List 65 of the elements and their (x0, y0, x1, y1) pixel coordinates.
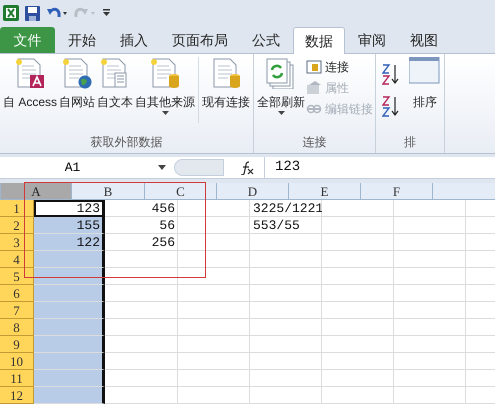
ribbon-tab[interactable]: 开始 (57, 27, 107, 53)
ribbon-button[interactable]: 自文本 (96, 57, 134, 111)
table-cell[interactable]: 155 (34, 217, 105, 234)
spreadsheet-logo-icon[interactable] (3, 5, 19, 21)
column-header[interactable]: E (289, 183, 361, 200)
group-label: 排 (403, 134, 418, 151)
splitter-handle[interactable] (174, 159, 224, 176)
row-header[interactable]: 9 (0, 336, 34, 353)
column-header[interactable]: B (72, 183, 145, 200)
ribbon-small-button: 属性 (306, 79, 374, 97)
customize-caret-icon[interactable] (102, 8, 111, 18)
row-header[interactable]: 5 (0, 268, 34, 285)
ribbon-tab[interactable]: 视图 (399, 27, 449, 53)
ribbon-tab[interactable]: 数据 (293, 27, 345, 54)
row-header[interactable]: 12 (0, 387, 34, 404)
table-cell[interactable]: 3225/1221 (250, 200, 322, 217)
file-tab[interactable]: 文件 (0, 27, 55, 53)
sort-ascending-icon[interactable] (382, 63, 400, 85)
column-header[interactable]: C (145, 183, 217, 200)
ribbon-small-button[interactable]: 连接 (306, 58, 374, 76)
row-header[interactable]: 8 (0, 319, 34, 336)
sort-descending-icon[interactable] (382, 95, 400, 117)
ribbon-button[interactable]: 自其他来源 (134, 57, 196, 115)
table-cell[interactable]: 123 (34, 200, 105, 217)
table-cell[interactable]: 553/55 (250, 217, 322, 234)
ribbon-tab[interactable]: 页面布局 (161, 27, 239, 53)
group-label: 连接 (302, 134, 328, 151)
access-document-icon (14, 57, 46, 89)
globe-document-icon (61, 57, 94, 89)
formula-input[interactable]: 123 (265, 157, 495, 178)
ribbon-button[interactable]: 排序 (408, 57, 442, 111)
row-header[interactable]: 10 (0, 353, 34, 370)
table-cell[interactable]: 256 (105, 234, 178, 251)
row-header[interactable]: 3 (0, 234, 34, 251)
row-header[interactable]: 7 (0, 302, 34, 319)
ribbon-small-button: 编辑链接 (306, 100, 374, 118)
table-cell[interactable]: 122 (34, 234, 105, 251)
ribbon-button[interactable]: 自网站 (58, 57, 96, 111)
dropdown-caret-icon[interactable] (158, 165, 166, 170)
connection-icon (306, 59, 322, 75)
dropdown-caret-icon (278, 111, 285, 115)
table-cell[interactable]: 456 (105, 200, 178, 217)
save-icon[interactable] (25, 6, 40, 20)
ribbon-tab[interactable]: 审阅 (347, 27, 397, 53)
column-header[interactable]: F (361, 183, 433, 200)
ribbon-tab[interactable]: 公式 (241, 27, 291, 53)
row-header[interactable]: 11 (0, 370, 34, 387)
row-header[interactable]: 1 (0, 200, 34, 217)
ribbon-button[interactable]: 自 Access (2, 57, 58, 111)
column-header[interactable]: A (1, 183, 72, 200)
row-header[interactable]: 6 (0, 285, 34, 302)
name-box[interactable]: A1 (0, 157, 158, 178)
database-document-icon (149, 57, 182, 89)
column-header[interactable]: D (217, 183, 289, 200)
ribbon-button[interactable]: 全部刷新 (256, 57, 306, 115)
undo-icon[interactable] (46, 6, 68, 20)
ribbon-tab[interactable]: 插入 (109, 27, 159, 53)
row-header[interactable]: 4 (0, 251, 34, 268)
group-label: 获取外部数据 (90, 134, 164, 151)
ribbon-button[interactable]: 现有连接 (201, 57, 252, 111)
insert-function-icon[interactable] (240, 160, 254, 174)
table-cell[interactable]: 56 (105, 217, 178, 234)
properties-icon (306, 80, 322, 96)
row-header[interactable]: 2 (0, 217, 34, 234)
dropdown-caret-icon (162, 111, 169, 115)
